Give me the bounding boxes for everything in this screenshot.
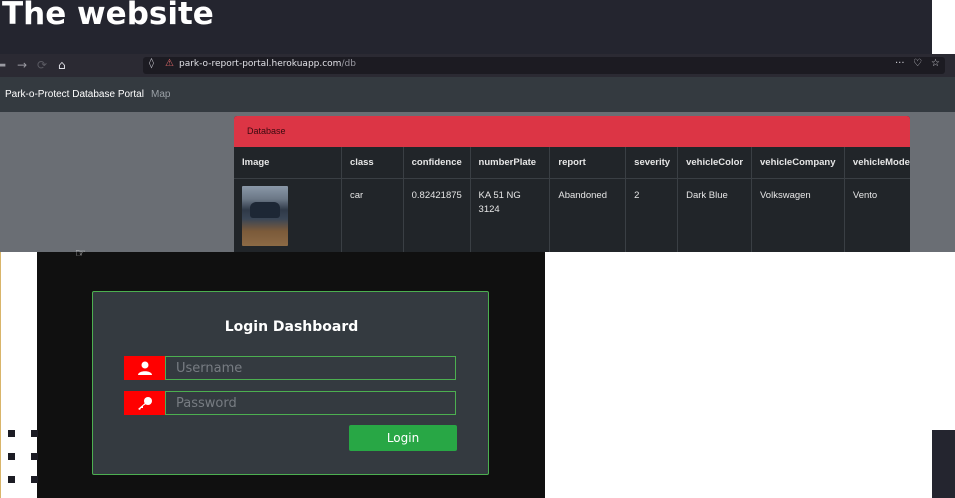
vehicle-company-cell: Volkswagen <box>751 178 845 252</box>
key-icon <box>124 391 165 415</box>
login-button[interactable]: Login <box>349 425 457 451</box>
url-bar[interactable]: ◊ ⚠ park-o-report-portal.herokuapp.com/d… <box>143 57 945 74</box>
nav-link-map[interactable]: Map <box>151 89 170 100</box>
browser-toolbar: ⬅ → ⟳ ⌂ ◊ ⚠ park-o-report-portal.herokua… <box>0 54 955 77</box>
url-host: park-o-report-portal.herokuapp.com <box>179 59 342 69</box>
database-card: Database Image class confidence numberPl… <box>234 116 910 252</box>
table-row: car 0.82421875 KA 51 NG 3124 Abandoned 2… <box>234 178 910 252</box>
column-header: Image <box>234 147 342 179</box>
column-header: numberPlate <box>470 147 551 179</box>
dot <box>31 430 38 437</box>
user-icon <box>124 356 165 380</box>
reload-icon[interactable]: ⟳ <box>37 57 47 73</box>
browser-screenshot: ⬅ → ⟳ ⌂ ◊ ⚠ park-o-report-portal.herokua… <box>0 54 955 252</box>
slide-title: The website <box>2 0 214 32</box>
database-table: Image class confidence numberPlate repor… <box>234 147 910 252</box>
database-card-header: Database <box>234 116 910 147</box>
class-cell: car <box>341 178 404 252</box>
bookmark-star-icon[interactable]: ☆ <box>931 58 940 69</box>
shield-icon[interactable]: ◊ <box>149 58 154 69</box>
login-screenshot: ☞ Login Dashboard Login <box>37 246 545 498</box>
url-text: park-o-report-portal.herokuapp.com/db <box>179 59 356 69</box>
column-header: vehicleMode <box>844 147 910 179</box>
cursor-icon: ☞ <box>75 246 86 260</box>
severity-cell: 2 <box>625 178 679 252</box>
column-header: vehicleColor <box>677 147 752 179</box>
database-card-title: Database <box>247 126 286 136</box>
pocket-icon[interactable]: ♡ <box>913 58 922 69</box>
report-cell: Abandoned <box>549 178 627 252</box>
back-icon[interactable]: ⬅ <box>0 57 6 73</box>
navbar-brand[interactable]: Park-o-Protect Database Portal <box>5 89 144 100</box>
column-header: severity <box>625 147 679 179</box>
dot <box>8 476 15 483</box>
dot <box>31 476 38 483</box>
vehicle-photo[interactable] <box>242 185 288 246</box>
url-path: /db <box>341 59 356 69</box>
number-plate-cell: KA 51 NG 3124 <box>470 178 551 252</box>
column-header: report <box>549 147 627 179</box>
confidence-cell: 0.82421875 <box>403 178 471 252</box>
site-favicon-icon: ⚠ <box>165 58 174 69</box>
dot <box>8 453 15 460</box>
password-field <box>124 391 457 415</box>
divider-line <box>0 252 1 498</box>
vehicle-model-cell: Vento <box>852 189 878 201</box>
home-icon[interactable]: ⌂ <box>58 57 66 73</box>
site-navbar: Park-o-Protect Database Portal Map <box>0 77 955 112</box>
column-header: confidence <box>403 147 471 179</box>
column-header: vehicleCompany <box>751 147 845 179</box>
image-cell <box>234 178 342 252</box>
car-shape <box>250 201 280 218</box>
slide: The website ⬅ → ⟳ ⌂ ◊ ⚠ park-o-report-po… <box>0 0 955 498</box>
dot <box>31 453 38 460</box>
username-field <box>124 356 457 380</box>
forward-icon[interactable]: → <box>17 57 27 73</box>
vehicle-color-cell: Dark Blue <box>677 178 752 252</box>
login-title: Login Dashboard <box>224 319 359 335</box>
password-input[interactable] <box>165 391 456 415</box>
more-icon[interactable]: ··· <box>895 58 905 69</box>
table-header-row: Image class confidence numberPlate repor… <box>234 147 910 179</box>
column-header: class <box>341 147 404 179</box>
username-input[interactable] <box>165 356 456 380</box>
decorative-block <box>932 430 955 498</box>
login-panel: Login Dashboard Login <box>92 291 489 475</box>
dot <box>8 430 15 437</box>
